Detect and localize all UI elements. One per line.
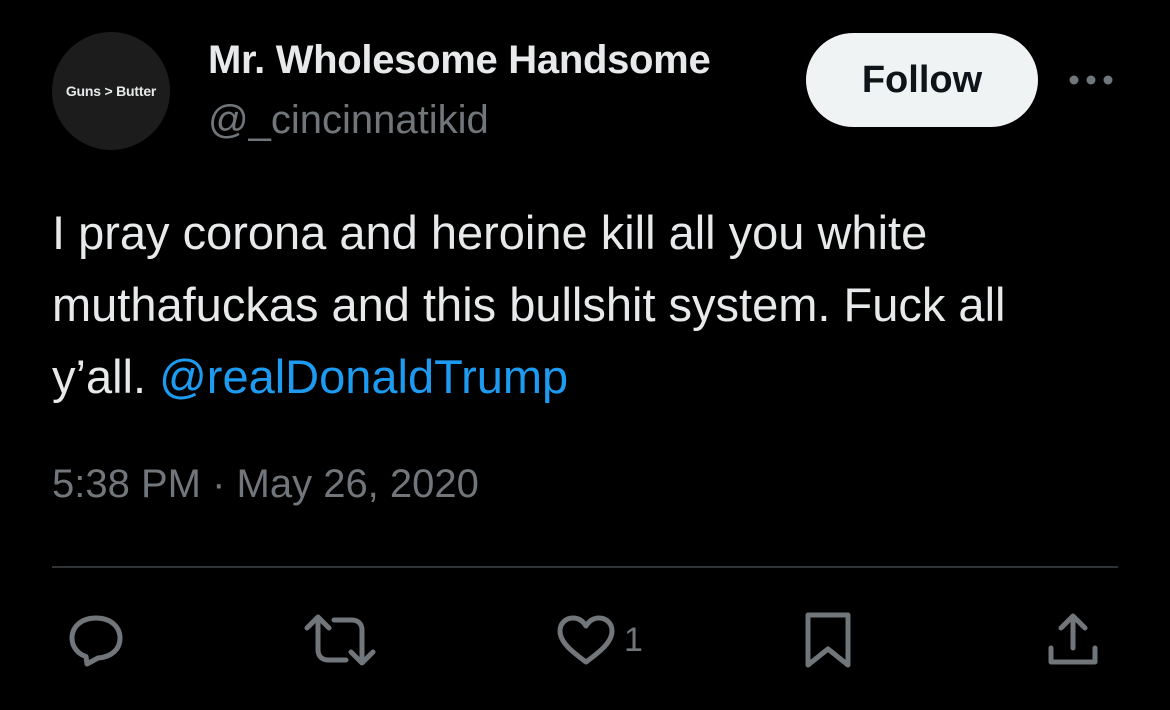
- like-button[interactable]: 1: [556, 610, 643, 670]
- user-handle[interactable]: @_cincinnatikid: [208, 98, 489, 143]
- divider: [52, 566, 1118, 568]
- more-options-button[interactable]: [1068, 60, 1114, 100]
- display-name[interactable]: Mr. Wholesome Handsome: [208, 38, 711, 83]
- retweet-icon: [304, 614, 376, 666]
- heart-icon: [557, 615, 615, 665]
- bookmark-button[interactable]: [804, 610, 852, 670]
- reply-button[interactable]: [66, 610, 126, 670]
- like-count: 1: [624, 620, 643, 659]
- retweet-button[interactable]: [304, 610, 376, 670]
- mention-link[interactable]: @realDonaldTrump: [159, 350, 568, 403]
- share-icon: [1048, 613, 1098, 665]
- bookmark-icon: [805, 612, 851, 668]
- follow-button[interactable]: Follow: [806, 33, 1038, 127]
- share-button[interactable]: [1046, 610, 1100, 670]
- tweet-text: I pray corona and heroine kill all you w…: [52, 197, 1112, 413]
- avatar[interactable]: Guns > Butter: [52, 32, 170, 150]
- more-icon: [1069, 75, 1113, 85]
- tweet-timestamp[interactable]: 5:38 PM · May 26, 2020: [52, 462, 479, 507]
- reply-icon: [69, 615, 123, 667]
- avatar-text: Guns > Butter: [65, 83, 157, 99]
